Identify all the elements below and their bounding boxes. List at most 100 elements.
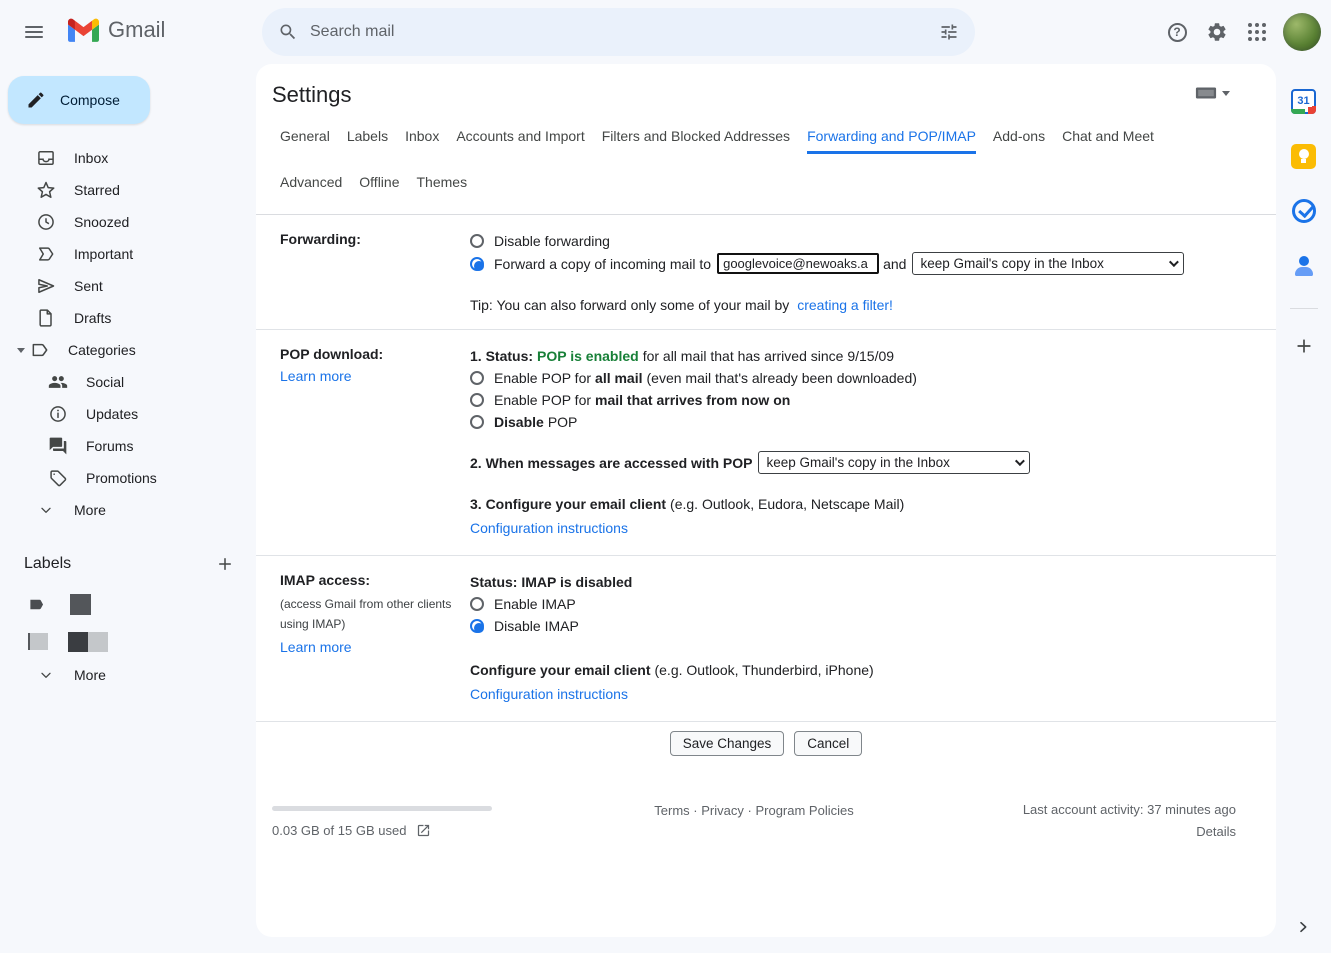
imap-configuration-instructions-link[interactable]: Configuration instructions: [470, 686, 628, 702]
tab-labels[interactable]: Labels: [347, 128, 388, 154]
search-options-button[interactable]: [929, 12, 969, 52]
plus-icon: [216, 555, 234, 573]
privacy-link[interactable]: Privacy: [701, 803, 744, 818]
footer: 0.03 GB of 15 GB used Terms · Privacy · …: [272, 802, 1236, 839]
sidebar-item-inbox[interactable]: Inbox: [0, 142, 256, 174]
redacted-label-text: [88, 632, 108, 652]
settings-tabs: General Labels Inbox Accounts and Import…: [256, 108, 1276, 215]
forward-copy-label: Forward a copy of incoming mail to: [494, 256, 711, 272]
redacted-label-text: [68, 632, 88, 652]
contacts-icon: [1292, 254, 1316, 278]
sidebar-item-sent[interactable]: Sent: [0, 270, 256, 302]
enable-pop-all-mail-radio[interactable]: [470, 371, 484, 385]
sidebar-item-categories[interactable]: Categories: [0, 334, 256, 366]
gmail-logo[interactable]: Gmail: [68, 17, 165, 43]
labels-more[interactable]: More: [0, 660, 256, 690]
sidebar-item-forums[interactable]: Forums: [0, 430, 256, 462]
pop-configure-hint: (e.g. Outlook, Eudora, Netscape Mail): [670, 496, 904, 512]
inbox-icon: [36, 148, 56, 168]
categories-expander-icon[interactable]: [14, 348, 28, 353]
search-input[interactable]: [308, 22, 929, 42]
forwarding-action-select[interactable]: keep Gmail's copy in the Inbox: [912, 252, 1184, 275]
creating-a-filter-link[interactable]: creating a filter!: [797, 297, 893, 313]
side-panel-divider: [1290, 308, 1318, 309]
tab-themes[interactable]: Themes: [417, 174, 468, 200]
sidebar-item-snoozed[interactable]: Snoozed: [0, 206, 256, 238]
sidebar-item-updates[interactable]: Updates: [0, 398, 256, 430]
tab-add-ons[interactable]: Add-ons: [993, 128, 1045, 154]
settings-button[interactable]: [1197, 12, 1237, 52]
keyboard-dropdown-icon: [1222, 91, 1230, 96]
pop-configuration-instructions-link[interactable]: Configuration instructions: [470, 520, 628, 536]
imap-access-section: IMAP access: (access Gmail from other cl…: [256, 556, 1276, 722]
forwarding-label: Forwarding:: [280, 231, 361, 247]
sidebar-item-social[interactable]: Social: [0, 366, 256, 398]
tab-filters-and-blocked-addresses[interactable]: Filters and Blocked Addresses: [602, 128, 790, 154]
sidebar-item-more[interactable]: More: [0, 494, 256, 526]
pop-action-select[interactable]: keep Gmail's copy in the Inbox: [758, 451, 1030, 474]
pop-status-detail: for all mail that has arrived since 9/15…: [643, 348, 894, 364]
calendar-button[interactable]: 31: [1286, 83, 1322, 119]
support-button[interactable]: ?: [1157, 12, 1197, 52]
storage-usage-text: 0.03 GB of 15 GB used: [272, 823, 406, 838]
terms-link[interactable]: Terms: [654, 803, 689, 818]
tab-chat-and-meet[interactable]: Chat and Meet: [1062, 128, 1154, 154]
tab-advanced[interactable]: Advanced: [280, 174, 342, 200]
forward-copy-radio[interactable]: [470, 257, 484, 271]
pop-status-label: 1. Status:: [470, 348, 533, 364]
imap-status: Status: IMAP is disabled: [470, 574, 632, 590]
label-item[interactable]: [0, 623, 256, 660]
pop-status-value: POP is enabled: [537, 348, 639, 364]
forwarding-action-value: keep Gmail's copy in the Inbox: [920, 256, 1103, 271]
save-changes-button[interactable]: Save Changes: [670, 731, 785, 756]
help-icon: ?: [1168, 23, 1187, 42]
forwarding-tip-text: Tip: You can also forward only some of y…: [470, 297, 789, 313]
disable-forwarding-radio[interactable]: [470, 234, 484, 248]
select-chevron-icon: [1169, 257, 1179, 267]
tab-inbox[interactable]: Inbox: [405, 128, 439, 154]
details-link[interactable]: Details: [1196, 824, 1236, 839]
google-apps-button[interactable]: [1237, 12, 1277, 52]
get-add-ons-button[interactable]: [1286, 328, 1322, 364]
sidebar-item-promotions[interactable]: Promotions: [0, 462, 256, 494]
imap-learn-more-link[interactable]: Learn more: [280, 639, 352, 655]
sidebar-item-starred[interactable]: Starred: [0, 174, 256, 206]
tab-general[interactable]: General: [280, 128, 330, 154]
search-bar: [262, 8, 975, 56]
compose-button[interactable]: Compose: [8, 76, 150, 124]
forwarding-email-input[interactable]: [717, 253, 879, 274]
storage-progressbar: [272, 806, 492, 811]
user-avatar[interactable]: [1283, 13, 1321, 51]
pop-learn-more-link[interactable]: Learn more: [280, 368, 352, 384]
page-title: Settings: [272, 82, 1276, 108]
contacts-button[interactable]: [1286, 248, 1322, 284]
sidebar-nav: Inbox Starred Snoozed Important Sent Dra…: [0, 142, 256, 526]
labels-section-header: Labels: [0, 548, 256, 580]
sidebar-item-important[interactable]: Important: [0, 238, 256, 270]
compose-label: Compose: [60, 92, 120, 108]
clock-icon: [36, 212, 56, 232]
program-policies-link[interactable]: Program Policies: [755, 803, 853, 818]
topbar-actions: ?: [1157, 12, 1321, 52]
disable-pop-radio[interactable]: [470, 415, 484, 429]
tab-forwarding-and-pop-imap[interactable]: Forwarding and POP/IMAP: [807, 128, 976, 154]
cancel-button[interactable]: Cancel: [794, 731, 862, 756]
enable-imap-radio[interactable]: [470, 597, 484, 611]
enable-pop-from-now-radio[interactable]: [470, 393, 484, 407]
tasks-button[interactable]: [1286, 193, 1322, 229]
create-label-button[interactable]: [216, 555, 234, 573]
imap-configure-hint: (e.g. Outlook, Thunderbird, iPhone): [654, 662, 873, 678]
tab-offline[interactable]: Offline: [359, 174, 399, 200]
search-button[interactable]: [268, 12, 308, 52]
input-tools-button[interactable]: [1195, 86, 1230, 100]
send-icon: [36, 276, 56, 296]
external-link-icon[interactable]: [416, 823, 431, 838]
tab-accounts-and-import[interactable]: Accounts and Import: [456, 128, 584, 154]
main-menu-button[interactable]: [14, 12, 54, 52]
hide-side-panel-button[interactable]: [1295, 919, 1311, 935]
disable-imap-radio[interactable]: [470, 619, 484, 633]
sidebar-item-drafts[interactable]: Drafts: [0, 302, 256, 334]
calendar-icon: 31: [1291, 89, 1316, 114]
label-item[interactable]: [0, 586, 256, 623]
keep-button[interactable]: [1286, 138, 1322, 174]
